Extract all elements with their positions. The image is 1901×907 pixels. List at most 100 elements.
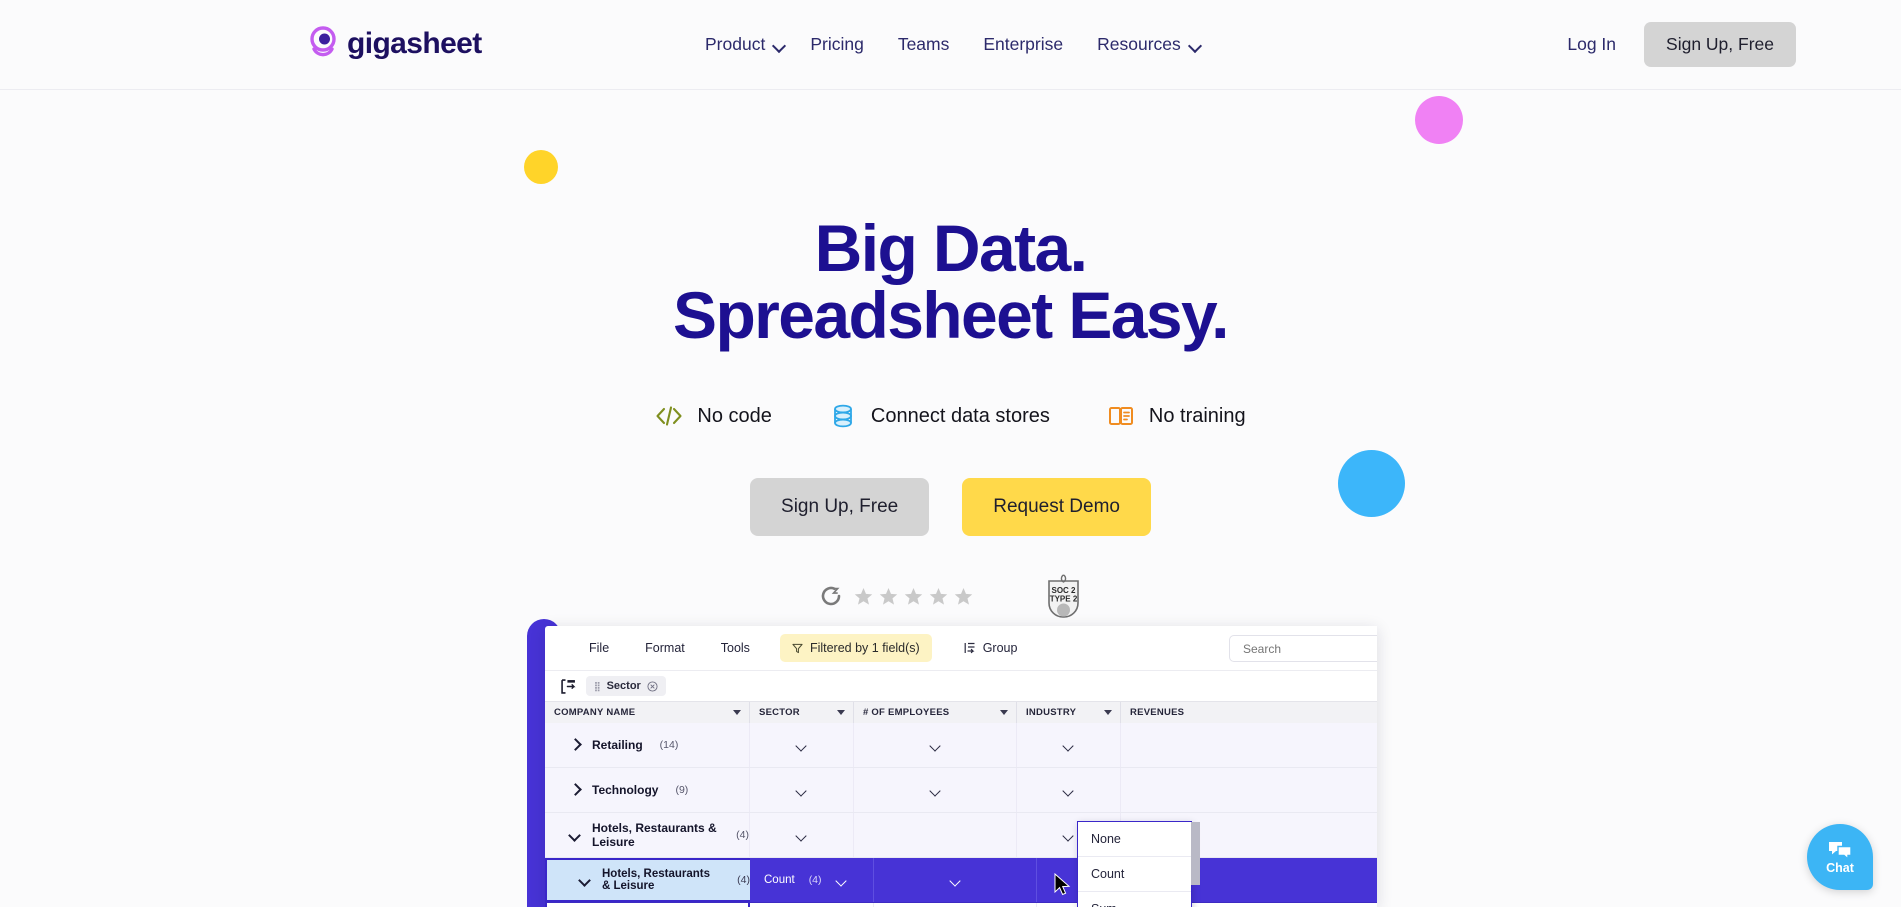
signup-button-hero[interactable]: Sign Up, Free xyxy=(750,478,930,536)
table-row-selected[interactable]: Hotels, Restaurants & Leisure (4) Count … xyxy=(545,858,1377,903)
caret-down-icon[interactable] xyxy=(733,710,741,715)
group-label: Hotels, Restaurants & Leisure xyxy=(602,868,711,892)
hero-feature-list: No code Connect data stores No training xyxy=(0,403,1901,429)
column-header-label: SECTOR xyxy=(759,707,800,718)
dropdown-scrollbar[interactable] xyxy=(1191,822,1200,885)
column-header-label: # OF EMPLOYEES xyxy=(863,707,950,718)
funnel-icon xyxy=(792,643,803,653)
table-row[interactable]: Technology (9) xyxy=(545,768,1377,813)
nav-item-teams[interactable]: Teams xyxy=(881,30,967,58)
aggregate-value: (4) xyxy=(808,874,822,886)
remove-circle-icon[interactable] xyxy=(647,680,658,692)
aggregate-cell-employees[interactable] xyxy=(854,768,1017,812)
chevron-down-icon[interactable] xyxy=(1063,787,1074,794)
aggregate-cell-count[interactable]: Count (4) xyxy=(750,858,874,902)
chevron-down-icon[interactable] xyxy=(579,874,591,886)
group-count: (9) xyxy=(675,784,689,796)
spreadsheet-app: File Format Tools Filtered by 1 field(s)… xyxy=(545,626,1377,907)
aggregate-cell-industry[interactable] xyxy=(1017,723,1121,767)
dropdown-option-sum[interactable]: Sum xyxy=(1078,892,1191,907)
chevron-right-icon[interactable] xyxy=(569,739,581,751)
aggregate-cell-revenues[interactable] xyxy=(1121,768,1377,812)
filter-status-button[interactable]: Filtered by 1 field(s) xyxy=(779,634,932,662)
feature-no-training-label: No training xyxy=(1148,404,1246,427)
login-link[interactable]: Log In xyxy=(1545,22,1638,67)
star-icon xyxy=(954,587,972,605)
aggregate-function-dropdown[interactable]: None Count Sum xyxy=(1077,821,1200,907)
g2-logo-icon xyxy=(820,585,842,607)
aggregate-cell-industry[interactable] xyxy=(1017,768,1121,812)
chat-widget-label: Chat xyxy=(1826,860,1854,875)
menu-format[interactable]: Format xyxy=(627,635,703,661)
aggregate-cell-sector[interactable] xyxy=(750,813,854,857)
gigasheet-g-mark-icon xyxy=(308,26,338,62)
column-header-company-name[interactable]: COMPANY NAME xyxy=(545,702,750,723)
chevron-down-icon[interactable] xyxy=(1063,832,1074,839)
soc2-shield-icon: SOC 2 TYPE 2 xyxy=(1045,573,1082,619)
group-count: (4) xyxy=(736,829,749,841)
aggregate-cell-revenues[interactable] xyxy=(1121,723,1377,767)
spreadsheet-toolbar: File Format Tools Filtered by 1 field(s)… xyxy=(545,626,1377,671)
aggregate-cell-employees[interactable] xyxy=(854,723,1017,767)
blank-cell[interactable] xyxy=(750,903,874,907)
group-cell-hotels-selected[interactable]: Hotels, Restaurants & Leisure (4) xyxy=(545,858,750,902)
caret-down-icon[interactable] xyxy=(837,710,845,715)
nav-item-pricing-label: Pricing xyxy=(810,34,864,54)
hero-badges: SOC 2 TYPE 2 xyxy=(0,573,1901,619)
nav-item-pricing[interactable]: Pricing xyxy=(793,30,881,58)
nav-item-product[interactable]: Product xyxy=(688,30,793,58)
aggregate-cell-sector[interactable] xyxy=(750,723,854,767)
aggregate-cell-employees-selected[interactable] xyxy=(874,858,1037,902)
chevron-down-icon[interactable] xyxy=(930,787,941,794)
database-cylinder-icon xyxy=(829,403,857,429)
group-cell-retailing[interactable]: Retailing (14) xyxy=(545,723,750,767)
menu-tools[interactable]: Tools xyxy=(703,635,768,661)
aggregate-function-label: Count xyxy=(764,874,795,886)
brand-logo[interactable]: gigasheet xyxy=(308,26,482,62)
nav-item-enterprise[interactable]: Enterprise xyxy=(966,30,1080,58)
caret-down-icon[interactable] xyxy=(1104,710,1112,715)
menu-file[interactable]: File xyxy=(571,635,627,661)
column-header-label: COMPANY NAME xyxy=(554,707,636,718)
group-chip-sector[interactable]: ⣿ Sector xyxy=(586,676,666,696)
chevron-down-icon[interactable] xyxy=(569,829,581,841)
chevron-down-icon[interactable] xyxy=(836,877,847,884)
chevron-down-icon[interactable] xyxy=(930,742,941,749)
group-cell-hotels[interactable]: Hotels, Restaurants & Leisure (4) xyxy=(545,813,750,857)
chevron-down-icon[interactable] xyxy=(796,787,807,794)
dropdown-option-count[interactable]: Count xyxy=(1078,857,1191,892)
aggregate-cell-sector[interactable] xyxy=(750,768,854,812)
chevron-right-icon[interactable] xyxy=(569,784,581,796)
hero-cta-group: Sign Up, Free Request Demo xyxy=(0,478,1901,536)
column-header-revenues[interactable]: REVENUES xyxy=(1121,702,1377,723)
blank-cell[interactable] xyxy=(874,903,1037,907)
aggregate-cell-employees[interactable] xyxy=(854,813,1017,857)
column-header-row: COMPANY NAME SECTOR # OF EMPLOYEES INDUS… xyxy=(545,701,1377,723)
search-input[interactable] xyxy=(1243,641,1377,656)
group-panel-icon[interactable] xyxy=(561,678,576,694)
chat-widget-button[interactable]: Chat xyxy=(1807,824,1873,890)
chevron-down-icon[interactable] xyxy=(1063,742,1074,749)
table-row[interactable]: Retailing (14) xyxy=(545,723,1377,768)
request-demo-button[interactable]: Request Demo xyxy=(962,478,1151,536)
signup-button-nav[interactable]: Sign Up, Free xyxy=(1644,22,1796,67)
star-icon xyxy=(929,587,947,605)
column-header-sector[interactable]: SECTOR xyxy=(750,702,854,723)
column-header-num-employees[interactable]: # OF EMPLOYEES xyxy=(854,702,1017,723)
nav-item-teams-label: Teams xyxy=(897,34,950,54)
drag-dots-icon[interactable]: ⣿ xyxy=(594,681,601,692)
nav-item-resources[interactable]: Resources xyxy=(1080,30,1218,58)
table-row[interactable]: Hotels, Restaurants & Leisure (4) xyxy=(545,813,1377,858)
group-button[interactable]: Group xyxy=(946,635,1036,661)
search-box[interactable] xyxy=(1229,635,1377,662)
chevron-down-icon[interactable] xyxy=(796,832,807,839)
caret-down-icon[interactable] xyxy=(1000,710,1008,715)
blank-cell[interactable] xyxy=(545,903,750,907)
group-count: (4) xyxy=(737,874,750,886)
chevron-down-icon[interactable] xyxy=(950,877,961,884)
group-cell-technology[interactable]: Technology (9) xyxy=(545,768,750,812)
group-count: (14) xyxy=(659,739,679,751)
dropdown-option-none[interactable]: None xyxy=(1078,822,1191,857)
chevron-down-icon[interactable] xyxy=(796,742,807,749)
column-header-industry[interactable]: INDUSTRY xyxy=(1017,702,1121,723)
